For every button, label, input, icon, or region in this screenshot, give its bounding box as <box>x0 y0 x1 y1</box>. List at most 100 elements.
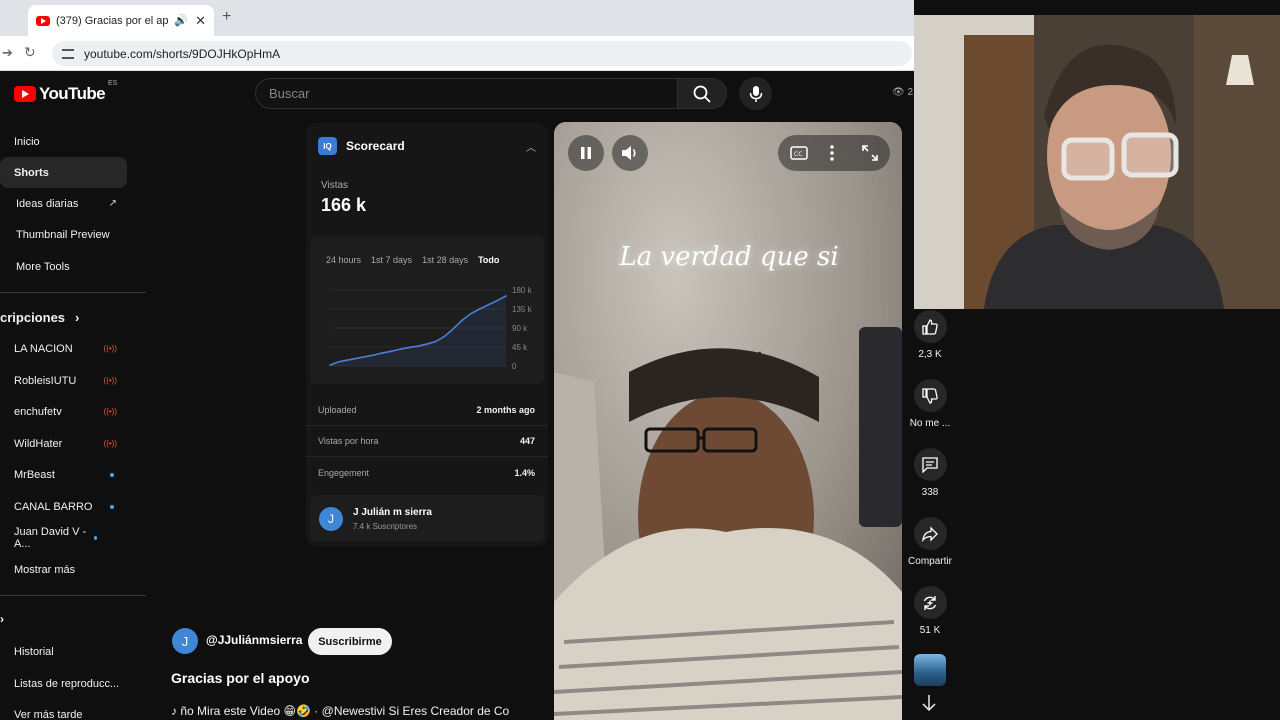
speaker-icon[interactable]: 🔊 <box>174 14 188 27</box>
chart-point <box>338 360 340 363</box>
stat-label: Uploaded <box>318 405 357 415</box>
channel-handle[interactable]: @JJuliánmsierra <box>206 633 302 647</box>
sidebar-sub-wildhater[interactable]: WildHater ((•)) <box>0 428 127 459</box>
stat-label: Engegement <box>318 468 370 478</box>
remix-button[interactable] <box>913 586 947 619</box>
like-button[interactable] <box>913 310 947 343</box>
chart-point <box>461 319 463 322</box>
sidebar-sub-mrbeast[interactable]: MrBeast <box>0 459 127 490</box>
dislike-action[interactable]: No me ... <box>905 379 955 429</box>
expand-icon <box>862 145 878 161</box>
stat-value: 447 <box>519 436 535 446</box>
sound-thumbnail[interactable] <box>914 654 946 686</box>
fullscreen-button[interactable] <box>862 145 878 166</box>
volume-icon <box>622 146 636 160</box>
subscriptions-heading[interactable]: cripciones › <box>0 310 79 325</box>
range-tab-28-days[interactable]: 1st 28 days <box>422 255 468 265</box>
new-content-dot-icon <box>110 504 114 509</box>
video-frame-scene <box>554 122 902 720</box>
sidebar-item-label: Ideas diarias <box>16 197 79 210</box>
url-text: youtube.com/shorts/9DOJHkOpHmA <box>84 46 281 61</box>
browser-tab[interactable]: (379) Gracias por el apoyo 🔊 ✕ <box>28 5 214 36</box>
youtube-favicon-icon <box>36 15 50 26</box>
share-button[interactable] <box>913 517 947 550</box>
player-controls-group: CC <box>778 135 890 171</box>
chart-point <box>382 352 384 354</box>
range-tab-7-days[interactable]: 1st 7 days <box>371 255 412 265</box>
chart-y-tick-label: 180 k <box>512 286 533 295</box>
new-tab-icon[interactable]: + <box>222 8 231 26</box>
video-caption: La verdad que si <box>619 242 839 272</box>
forward-icon[interactable]: ➔ <box>2 45 13 61</box>
range-tab-24-hours[interactable]: 24 hours <box>326 255 361 265</box>
sidebar-item-ver-mas-tarde[interactable]: Ver más tarde <box>0 699 127 720</box>
stat-value: 2 months ago <box>476 405 535 415</box>
voice-search-button[interactable] <box>739 77 772 110</box>
chart-point <box>496 299 498 302</box>
chart-point <box>417 345 419 347</box>
short-title[interactable]: Gracias por el apoyo <box>171 670 310 686</box>
external-link-icon: ↗ <box>108 198 117 209</box>
scorecard-header: IQ Scorecard <box>318 137 405 155</box>
search-button[interactable] <box>677 78 727 109</box>
close-icon[interactable]: ✕ <box>195 13 206 29</box>
comments-action[interactable]: 338 <box>905 448 955 498</box>
sidebar-show-more[interactable]: Mostrar más <box>0 554 127 585</box>
music-line[interactable]: ♪ ño Mira este Video 😁🤣 · @Newestivi Si … <box>171 704 523 718</box>
dislike-button[interactable] <box>913 379 947 412</box>
sidebar-item-ideas-diarias[interactable]: Ideas diarias ↗ <box>0 188 127 219</box>
share-icon <box>922 525 938 542</box>
sidebar-sub-robleisiutu[interactable]: RobleisIUTU ((•)) <box>0 365 127 396</box>
comment-count: 338 <box>921 487 939 498</box>
thumbs-up-icon <box>922 318 938 335</box>
short-video-player[interactable]: La verdad que si CC <box>554 122 902 720</box>
chart-area-fill <box>330 295 506 366</box>
chart-point <box>355 357 358 360</box>
sidebar-item-label: Thumbnail Preview <box>16 228 110 241</box>
chevron-right-icon: › <box>0 612 4 626</box>
sidebar-item-label: CANAL BARRO <box>14 500 93 513</box>
stat-row-uploaded: Uploaded 2 months ago <box>318 405 535 415</box>
site-settings-icon[interactable] <box>62 48 74 59</box>
you-section-heading[interactable]: › <box>0 612 4 626</box>
sidebar-sub-la-nacion[interactable]: LA NACION ((•)) <box>0 333 127 364</box>
sidebar-item-label: Shorts <box>14 166 49 179</box>
sidebar-item-more-tools[interactable]: More Tools <box>0 251 127 282</box>
chevron-up-icon[interactable]: ︿ <box>526 139 536 154</box>
sidebar-item-listas[interactable]: Listas de reproducc... <box>0 668 127 699</box>
comments-button[interactable] <box>913 448 947 481</box>
more-options-button[interactable] <box>829 145 835 166</box>
search-input[interactable] <box>269 86 677 101</box>
share-action[interactable]: Compartir <box>905 517 955 567</box>
sidebar-item-inicio[interactable]: Inicio <box>0 126 127 157</box>
subscribe-button[interactable]: Suscribirme <box>308 628 392 655</box>
chart-y-tick-label: 90 k <box>512 324 528 333</box>
browser-tabbar: (379) Gracias por el apoyo 🔊 ✕ + <box>0 0 914 36</box>
like-action[interactable]: 2,3 K <box>905 310 955 360</box>
youtube-logo[interactable]: YouTube ES <box>14 80 117 104</box>
url-field[interactable]: youtube.com/shorts/9DOJHkOpHmA <box>52 41 912 66</box>
sidebar-item-historial[interactable]: Historial <box>0 636 127 667</box>
remix-action[interactable]: 51 K <box>905 586 955 636</box>
sidebar-sub-canal-barro[interactable]: CANAL BARRO <box>0 491 127 522</box>
scorecard-channel[interactable]: J J Julián m sierra 7.4 k Suscriptores <box>310 495 544 542</box>
avatar[interactable]: J <box>172 628 198 654</box>
volume-button[interactable] <box>612 135 648 171</box>
sidebar-item-thumbnail-preview[interactable]: Thumbnail Preview <box>0 219 127 250</box>
sidebar-sub-enchufetv[interactable]: enchufetv ((•)) <box>0 396 127 427</box>
new-content-dot-icon <box>93 535 97 540</box>
chart-point <box>373 354 375 356</box>
reload-icon[interactable]: ↻ <box>24 44 36 61</box>
sidebar-sub-juan-david[interactable]: Juan David V - A... <box>0 522 127 553</box>
chart-point <box>443 335 446 338</box>
chart-y-tick-label: 0 <box>512 362 517 371</box>
dislike-label: No me ... <box>909 418 951 429</box>
captions-button[interactable]: CC <box>790 146 808 165</box>
chart-point <box>487 303 490 306</box>
sidebar-item-label: Mostrar más <box>14 563 76 576</box>
range-tab-todo[interactable]: Todo <box>478 255 499 265</box>
sidebar-item-shorts[interactable]: Shorts <box>0 157 127 188</box>
pause-button[interactable] <box>568 135 604 171</box>
arrow-down-icon[interactable] <box>921 694 937 712</box>
sidebar-divider <box>0 292 146 293</box>
